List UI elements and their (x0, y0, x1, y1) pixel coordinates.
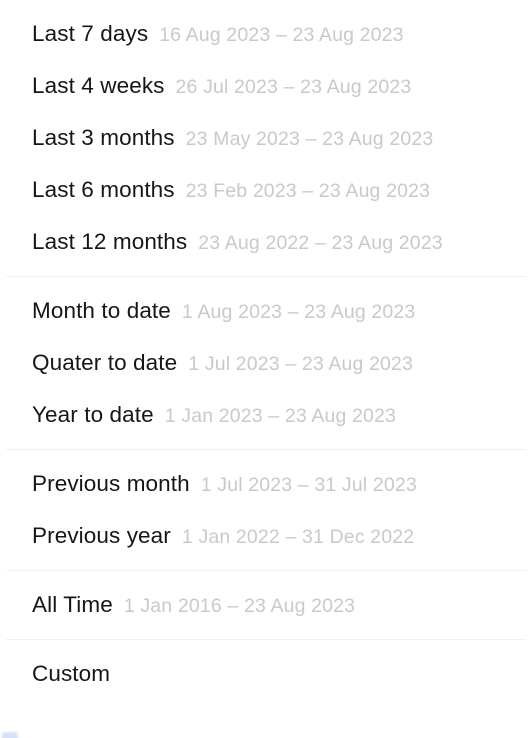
menu-option-last-6-months[interactable]: Last 6 months 23 Feb 2023 – 23 Aug 2023 (0, 164, 532, 216)
menu-option-range: 23 Feb 2023 – 23 Aug 2023 (185, 180, 431, 202)
group-spacer-top (0, 277, 532, 285)
menu-option-custom[interactable]: Custom (0, 648, 532, 700)
menu-option-label: Previous month (32, 471, 190, 496)
menu-option-label: All Time (32, 592, 113, 617)
menu-group-previous-ranges: Previous month 1 Jul 2023 – 31 Jul 2023 Pr… (0, 450, 532, 570)
menu-option-range: 1 Jul 2023 – 23 Aug 2023 (188, 353, 414, 375)
menu-option-last-12-months[interactable]: Last 12 months 23 Aug 2022 – 23 Aug 2023 (0, 216, 532, 268)
group-spacer-top (0, 450, 532, 458)
menu-groups: Last 7 days 16 Aug 2023 – 23 Aug 2023 Last… (0, 0, 532, 708)
group-spacer-bottom (0, 268, 532, 276)
menu-option-last-3-months[interactable]: Last 3 months 23 May 2023 – 23 Aug 2023 (0, 112, 532, 164)
menu-option-range: 1 Jan 2016 – 23 Aug 2023 (123, 595, 356, 617)
group-spacer-top (0, 640, 532, 648)
date-range-preset-menu: Last 7 days 16 Aug 2023 – 23 Aug 2023 Last… (0, 0, 532, 738)
menu-option-range: 1 Jan 2022 – 31 Dec 2022 (181, 526, 415, 548)
menu-option-previous-year[interactable]: Previous year 1 Jan 2022 – 31 Dec 2022 (0, 510, 532, 562)
menu-option-label: Last 12 months (32, 229, 188, 254)
menu-group-relative-ranges: Last 7 days 16 Aug 2023 – 23 Aug 2023 Last… (0, 0, 532, 276)
menu-group-custom-range: Custom (0, 640, 532, 708)
menu-option-quater-to-date[interactable]: Quater to date 1 Jul 2023 – 23 Aug 2023 (0, 337, 532, 389)
menu-option-previous-month[interactable]: Previous month 1 Jul 2023 – 31 Jul 2023 (0, 458, 532, 510)
menu-option-last-7-days[interactable]: Last 7 days 16 Aug 2023 – 23 Aug 2023 (0, 8, 532, 60)
menu-option-all-time[interactable]: All Time 1 Jan 2016 – 23 Aug 2023 (0, 579, 532, 631)
menu-group-to-date-ranges: Month to date 1 Aug 2023 – 23 Aug 2023 Qua… (0, 277, 532, 449)
menu-option-label: Previous year (32, 523, 171, 548)
menu-option-label: Last 7 days (32, 21, 149, 46)
menu-option-label: Custom (32, 661, 111, 686)
group-spacer-top (0, 571, 532, 579)
menu-option-label: Last 6 months (32, 177, 175, 202)
menu-option-range: 26 Jul 2023 – 23 Aug 2023 (175, 76, 412, 98)
menu-option-label: Last 3 months (32, 125, 175, 150)
group-spacer-bottom (0, 441, 532, 449)
group-spacer-bottom (0, 631, 532, 639)
menu-group-all-time-range: All Time 1 Jan 2016 – 23 Aug 2023 (0, 571, 532, 639)
menu-option-range: 23 May 2023 – 23 Aug 2023 (185, 128, 434, 150)
group-spacer-top (0, 0, 532, 8)
menu-option-last-4-weeks[interactable]: Last 4 weeks 26 Jul 2023 – 23 Aug 2023 (0, 60, 532, 112)
menu-option-range: 1 Jul 2023 – 31 Jul 2023 (200, 474, 417, 496)
menu-option-label: Last 4 weeks (32, 73, 165, 98)
menu-option-range: 1 Aug 2023 – 23 Aug 2023 (181, 301, 416, 323)
menu-option-label: Quater to date (32, 350, 178, 375)
menu-option-label: Year to date (32, 402, 154, 427)
menu-option-label: Month to date (32, 298, 171, 323)
menu-option-range: 1 Jan 2023 – 23 Aug 2023 (164, 405, 397, 427)
menu-option-year-to-date[interactable]: Year to date 1 Jan 2023 – 23 Aug 2023 (0, 389, 532, 441)
group-spacer-bottom (0, 700, 532, 708)
menu-option-range: 23 Aug 2022 – 23 Aug 2023 (198, 232, 443, 254)
group-spacer-bottom (0, 562, 532, 570)
partially-visible-element (2, 732, 18, 738)
menu-option-range: 16 Aug 2023 – 23 Aug 2023 (159, 24, 404, 46)
menu-option-month-to-date[interactable]: Month to date 1 Aug 2023 – 23 Aug 2023 (0, 285, 532, 337)
